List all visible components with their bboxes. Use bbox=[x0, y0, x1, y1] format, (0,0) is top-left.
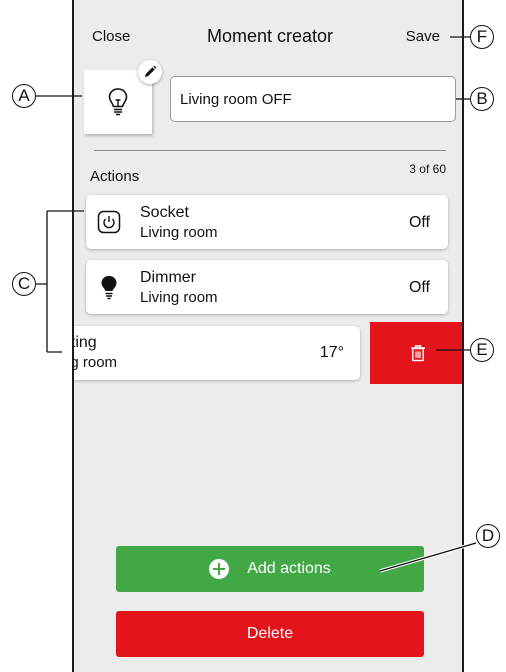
callout-b: B bbox=[470, 87, 494, 111]
plus-icon bbox=[209, 559, 230, 579]
add-actions-label: Add actions bbox=[247, 560, 331, 577]
action-room: Living room bbox=[140, 289, 218, 306]
pencil-icon bbox=[145, 65, 157, 77]
action-name: Dimmer bbox=[140, 269, 196, 286]
action-value: Off bbox=[408, 279, 430, 296]
action-room: Living room bbox=[140, 224, 218, 241]
edit-icon-button[interactable] bbox=[138, 60, 162, 84]
action-value: 17° bbox=[319, 344, 344, 361]
section-divider bbox=[94, 150, 446, 151]
moment-name-input[interactable] bbox=[170, 76, 456, 122]
action-name: Socket bbox=[140, 204, 189, 221]
bulb-icon bbox=[96, 274, 122, 300]
save-button[interactable]: Save bbox=[406, 28, 440, 45]
callout-e: E bbox=[470, 338, 494, 362]
add-actions-button[interactable]: Add actions bbox=[116, 546, 424, 592]
callout-a: A bbox=[12, 84, 36, 108]
action-row-dimmer[interactable]: Dimmer Living room Off bbox=[86, 260, 448, 314]
power-icon bbox=[96, 209, 122, 235]
action-value: Off bbox=[408, 214, 430, 231]
actions-section-title: Actions bbox=[90, 168, 140, 185]
callout-c: C bbox=[12, 272, 36, 296]
callout-d: D bbox=[476, 524, 500, 548]
action-row-socket[interactable]: Socket Living room Off bbox=[86, 195, 448, 249]
lightbulb-icon bbox=[108, 88, 128, 116]
remove-action-button[interactable] bbox=[370, 322, 462, 384]
actions-count: 3 of 60 bbox=[409, 162, 446, 176]
delete-button[interactable]: Delete bbox=[116, 611, 424, 657]
action-name: ating bbox=[74, 334, 97, 351]
delete-label: Delete bbox=[246, 625, 294, 642]
app-screen: Close Moment creator Save Actions 3 of 6… bbox=[72, 0, 464, 672]
callout-f: F bbox=[470, 25, 494, 49]
trash-icon bbox=[411, 345, 425, 362]
action-row-heating-swiped[interactable]: ating ng room 17° bbox=[74, 326, 360, 380]
action-room: ng room bbox=[74, 354, 118, 371]
